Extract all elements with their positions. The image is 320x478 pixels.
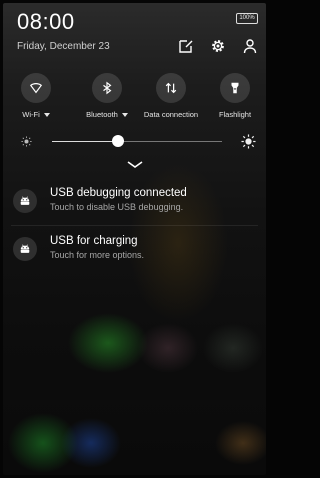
expand-chevron-icon[interactable] — [127, 161, 143, 169]
notification-title: USB for charging — [50, 235, 138, 247]
bluetooth-icon — [103, 81, 112, 95]
wifi-icon — [29, 83, 43, 94]
tile-bluetooth-label: Bluetooth — [86, 110, 118, 119]
date-label: Friday, December 23 — [17, 41, 110, 52]
brightness-slider[interactable] — [3, 133, 266, 151]
tile-flashlight[interactable]: Flashlight — [207, 73, 263, 119]
tile-wifi-label: Wi-Fi — [22, 110, 40, 119]
status-time: 08:00 — [17, 9, 75, 34]
settings-gear-icon[interactable] — [210, 38, 226, 54]
bluetooth-dropdown-icon[interactable] — [121, 112, 128, 117]
brightness-low-icon — [21, 136, 32, 147]
tile-flashlight-label: Flashlight — [218, 110, 252, 119]
header-actions — [178, 38, 258, 54]
tile-bluetooth[interactable]: Bluetooth — [79, 73, 135, 119]
flashlight-icon — [231, 82, 239, 94]
notification-shade: 08:00 100% Friday, December 23 Wi-Fi Blu… — [3, 3, 266, 475]
tile-wifi[interactable]: Wi-Fi — [8, 73, 64, 119]
android-icon — [20, 244, 30, 253]
notification-subtitle: Touch to disable USB debugging. — [50, 202, 184, 212]
notification-divider — [11, 225, 258, 226]
notification-usb-debugging[interactable]: USB debugging connected Touch to disable… — [3, 181, 266, 225]
edit-icon[interactable] — [178, 38, 194, 54]
tile-data-connection[interactable]: Data connection — [143, 73, 199, 119]
notification-title: USB debugging connected — [50, 187, 187, 199]
android-icon — [20, 196, 30, 205]
data-connection-icon — [165, 82, 177, 94]
wifi-dropdown-icon[interactable] — [43, 112, 50, 117]
brightness-fill — [52, 141, 118, 142]
user-profile-icon[interactable] — [242, 38, 258, 54]
brightness-high-icon — [241, 134, 256, 149]
tile-data-connection-label: Data connection — [143, 110, 199, 119]
battery-indicator: 100% — [236, 13, 258, 24]
brightness-thumb[interactable] — [112, 135, 124, 147]
notification-usb-charging[interactable]: USB for charging Touch for more options. — [3, 229, 266, 273]
notification-subtitle: Touch for more options. — [50, 250, 145, 260]
